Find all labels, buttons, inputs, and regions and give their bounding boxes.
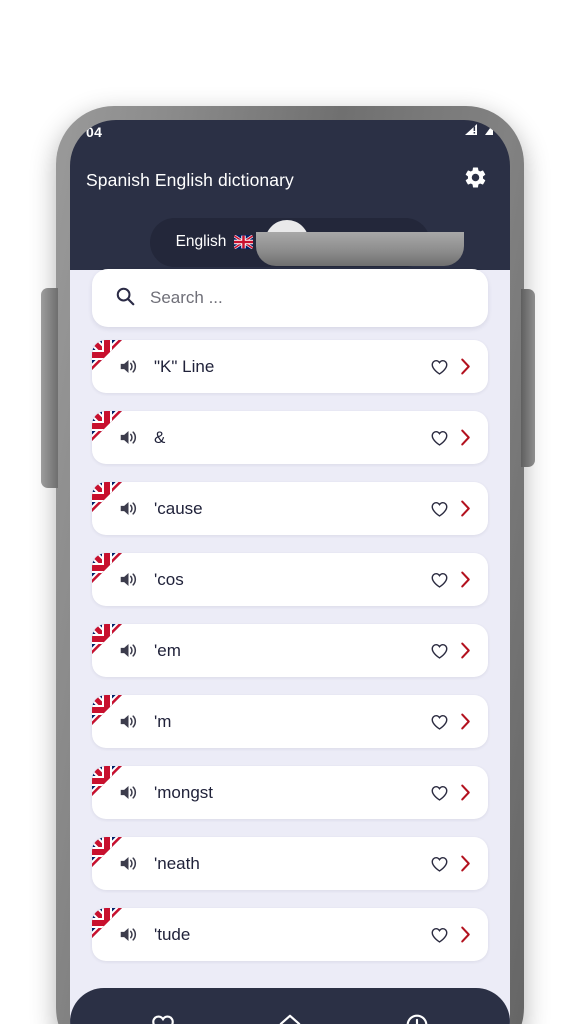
word-label: 'tude <box>154 924 191 944</box>
uk-flag-icon <box>92 624 122 654</box>
history-icon <box>404 1012 430 1024</box>
chevron-right-icon[interactable] <box>456 712 474 731</box>
word-list-item[interactable]: 'cause <box>92 482 488 535</box>
battery-icon <box>484 123 494 141</box>
chevron-right-icon[interactable] <box>456 641 474 660</box>
favorite-button[interactable] <box>428 854 450 874</box>
favorite-button[interactable] <box>428 428 450 448</box>
app-content: Search ... "K" Line & 'cause 'cos 'em 'm 'mong… <box>70 269 510 1024</box>
uk-flag-icon <box>92 837 122 867</box>
phone-screen: 04 Spanish English dictionary English Se… <box>70 120 510 1024</box>
app-bar: Spanish English dictionary <box>70 150 510 210</box>
word-label: 'm <box>154 711 172 731</box>
favorite-button[interactable] <box>428 570 450 590</box>
chevron-right-icon[interactable] <box>456 428 474 447</box>
word-list-item[interactable]: 'mongst <box>92 766 488 819</box>
uk-flag-icon <box>92 340 122 370</box>
status-time: 04 <box>86 124 103 140</box>
word-list-item[interactable]: 'cos <box>92 553 488 606</box>
chevron-right-icon[interactable] <box>456 783 474 802</box>
word-list-item[interactable]: & <box>92 411 488 464</box>
word-list-item[interactable]: "K" Line <box>92 340 488 393</box>
favorite-button[interactable] <box>428 783 450 803</box>
uk-flag-icon <box>92 553 122 583</box>
favorite-button[interactable] <box>428 712 450 732</box>
word-label: 'em <box>154 640 181 660</box>
gear-icon <box>463 165 488 195</box>
nav-item-history[interactable] <box>394 1004 440 1024</box>
uk-flag-icon <box>92 482 122 512</box>
chevron-right-icon[interactable] <box>456 357 474 376</box>
chevron-right-icon[interactable] <box>456 925 474 944</box>
word-label: 'cos <box>154 569 184 589</box>
word-label: "K" Line <box>154 356 215 376</box>
uk-flag-icon <box>92 908 122 938</box>
chevron-right-icon[interactable] <box>456 854 474 873</box>
search-icon <box>114 285 136 312</box>
word-list-item[interactable]: 'neath <box>92 837 488 890</box>
word-label: 'neath <box>154 853 200 873</box>
volume-button[interactable] <box>41 288 58 488</box>
word-list[interactable]: "K" Line & 'cause 'cos 'em 'm 'mongst 'neath 'tu… <box>70 332 510 1024</box>
status-icons <box>464 123 494 141</box>
settings-button[interactable] <box>462 167 488 193</box>
source-language-label[interactable]: English <box>176 233 227 251</box>
signal-no-sim-icon <box>464 123 479 141</box>
favorite-button[interactable] <box>428 357 450 377</box>
uk-flag-icon <box>234 235 254 249</box>
nav-item-home[interactable] <box>267 1004 313 1024</box>
favorite-button[interactable] <box>428 499 450 519</box>
home-icon <box>277 1012 303 1024</box>
bottom-navigation <box>70 988 510 1024</box>
uk-flag-icon <box>92 766 122 796</box>
word-label: 'mongst <box>154 782 213 802</box>
status-bar: 04 <box>70 120 510 150</box>
heart-icon <box>150 1012 176 1024</box>
search-bar-container: Search ... <box>70 269 510 327</box>
favorite-button[interactable] <box>428 641 450 661</box>
word-list-item[interactable]: 'tude <box>92 908 488 961</box>
chevron-right-icon[interactable] <box>456 570 474 589</box>
uk-flag-icon <box>92 411 122 441</box>
screenshot-root: 04 Spanish English dictionary English Se… <box>0 0 572 1024</box>
word-list-item[interactable]: 'em <box>92 624 488 677</box>
word-label: 'cause <box>154 498 203 518</box>
phone-notch <box>256 232 464 266</box>
page-title: Spanish English dictionary <box>86 169 294 190</box>
word-label: & <box>154 427 166 447</box>
search-placeholder: Search ... <box>150 288 223 307</box>
uk-flag-icon <box>92 695 122 725</box>
word-list-item[interactable]: 'm <box>92 695 488 748</box>
search-input[interactable]: Search ... <box>92 269 488 327</box>
favorite-button[interactable] <box>428 925 450 945</box>
power-button[interactable] <box>521 289 535 467</box>
chevron-right-icon[interactable] <box>456 499 474 518</box>
nav-item-favorites[interactable] <box>140 1004 186 1024</box>
